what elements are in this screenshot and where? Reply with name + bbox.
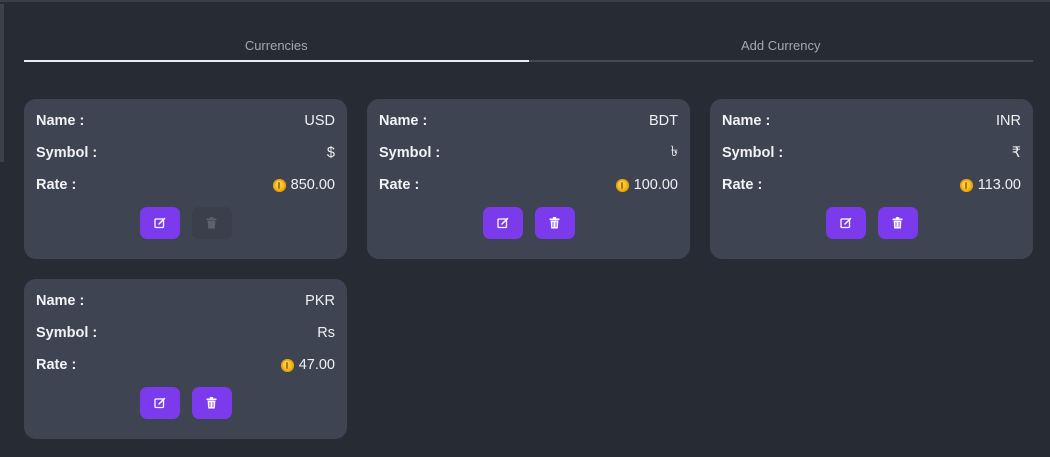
edit-icon <box>496 217 508 229</box>
trash-icon <box>892 217 903 229</box>
trash-icon <box>549 217 560 229</box>
symbol-value: Rs <box>317 325 335 341</box>
scrollbar[interactable] <box>0 4 4 162</box>
delete-button[interactable] <box>534 207 575 239</box>
symbol-value: $ <box>326 145 335 161</box>
rate-amount: 47.00 <box>298 357 335 373</box>
delete-button[interactable] <box>877 207 918 239</box>
symbol-value: ৳ <box>670 144 678 160</box>
name-value: PKR <box>305 293 335 309</box>
name-row: Name : BDT <box>379 111 678 131</box>
symbol-label: Symbol : <box>379 145 441 161</box>
currency-card-inr: Name : INR Symbol : ₹ Rate : 113.00 <box>710 99 1033 259</box>
rate-value: 113.00 <box>959 177 1021 193</box>
symbol-row: Symbol : ₹ <box>722 143 1021 163</box>
edit-icon <box>153 217 165 229</box>
name-value: INR <box>996 113 1021 129</box>
card-actions <box>36 387 335 419</box>
name-row: Name : INR <box>722 111 1021 131</box>
symbol-label: Symbol : <box>36 325 98 341</box>
name-value: USD <box>304 113 335 129</box>
rate-amount: 850.00 <box>290 177 335 193</box>
edit-button[interactable] <box>825 207 866 239</box>
rate-label: Rate : <box>36 177 77 193</box>
card-actions <box>379 207 678 239</box>
name-label: Name : <box>36 293 85 309</box>
symbol-row: Symbol : ৳ <box>379 143 678 163</box>
card-actions <box>36 207 335 239</box>
currency-card-pkr: Name : PKR Symbol : Rs Rate : 47.00 <box>24 279 347 439</box>
card-actions <box>722 207 1021 239</box>
currency-screen: Currencies Add Currency Name : USD Symbo… <box>0 0 1050 457</box>
coin-icon <box>272 178 286 192</box>
symbol-label: Symbol : <box>722 145 784 161</box>
tab-bar: Currencies Add Currency <box>24 32 1033 62</box>
rate-row: Rate : 100.00 <box>379 175 678 195</box>
edit-icon <box>153 397 165 409</box>
delete-button[interactable] <box>191 387 232 419</box>
trash-icon <box>206 397 217 409</box>
rate-value: 100.00 <box>615 177 678 193</box>
edit-icon <box>839 217 851 229</box>
name-row: Name : USD <box>36 111 335 131</box>
rate-row: Rate : 850.00 <box>36 175 335 195</box>
edit-button[interactable] <box>139 387 180 419</box>
tab-add-currency[interactable]: Add Currency <box>528 32 1033 62</box>
symbol-value: ₹ <box>1011 145 1021 161</box>
edit-button[interactable] <box>482 207 523 239</box>
symbol-label: Symbol : <box>36 145 98 161</box>
trash-icon <box>206 217 217 229</box>
symbol-row: Symbol : $ <box>36 143 335 163</box>
rate-value: 850.00 <box>272 177 335 193</box>
rate-value: 47.00 <box>280 357 335 373</box>
coin-icon <box>615 178 629 192</box>
rate-row: Rate : 113.00 <box>722 175 1021 195</box>
rate-amount: 113.00 <box>977 177 1021 193</box>
rate-label: Rate : <box>722 177 763 193</box>
currency-card-bdt: Name : BDT Symbol : ৳ Rate : 100.00 <box>367 99 690 259</box>
coin-icon <box>959 178 973 192</box>
name-label: Name : <box>722 113 771 129</box>
rate-label: Rate : <box>36 357 77 373</box>
currency-card-usd: Name : USD Symbol : $ Rate : 850.00 <box>24 99 347 259</box>
name-label: Name : <box>379 113 428 129</box>
coin-icon <box>280 358 294 372</box>
rate-amount: 100.00 <box>633 177 678 193</box>
name-value: BDT <box>649 113 678 129</box>
tab-currencies[interactable]: Currencies <box>24 32 529 62</box>
delete-button[interactable] <box>191 207 232 239</box>
symbol-row: Symbol : Rs <box>36 323 335 343</box>
edit-button[interactable] <box>139 207 180 239</box>
name-label: Name : <box>36 113 85 129</box>
rate-row: Rate : 47.00 <box>36 355 335 375</box>
rate-label: Rate : <box>379 177 420 193</box>
name-row: Name : PKR <box>36 291 335 311</box>
